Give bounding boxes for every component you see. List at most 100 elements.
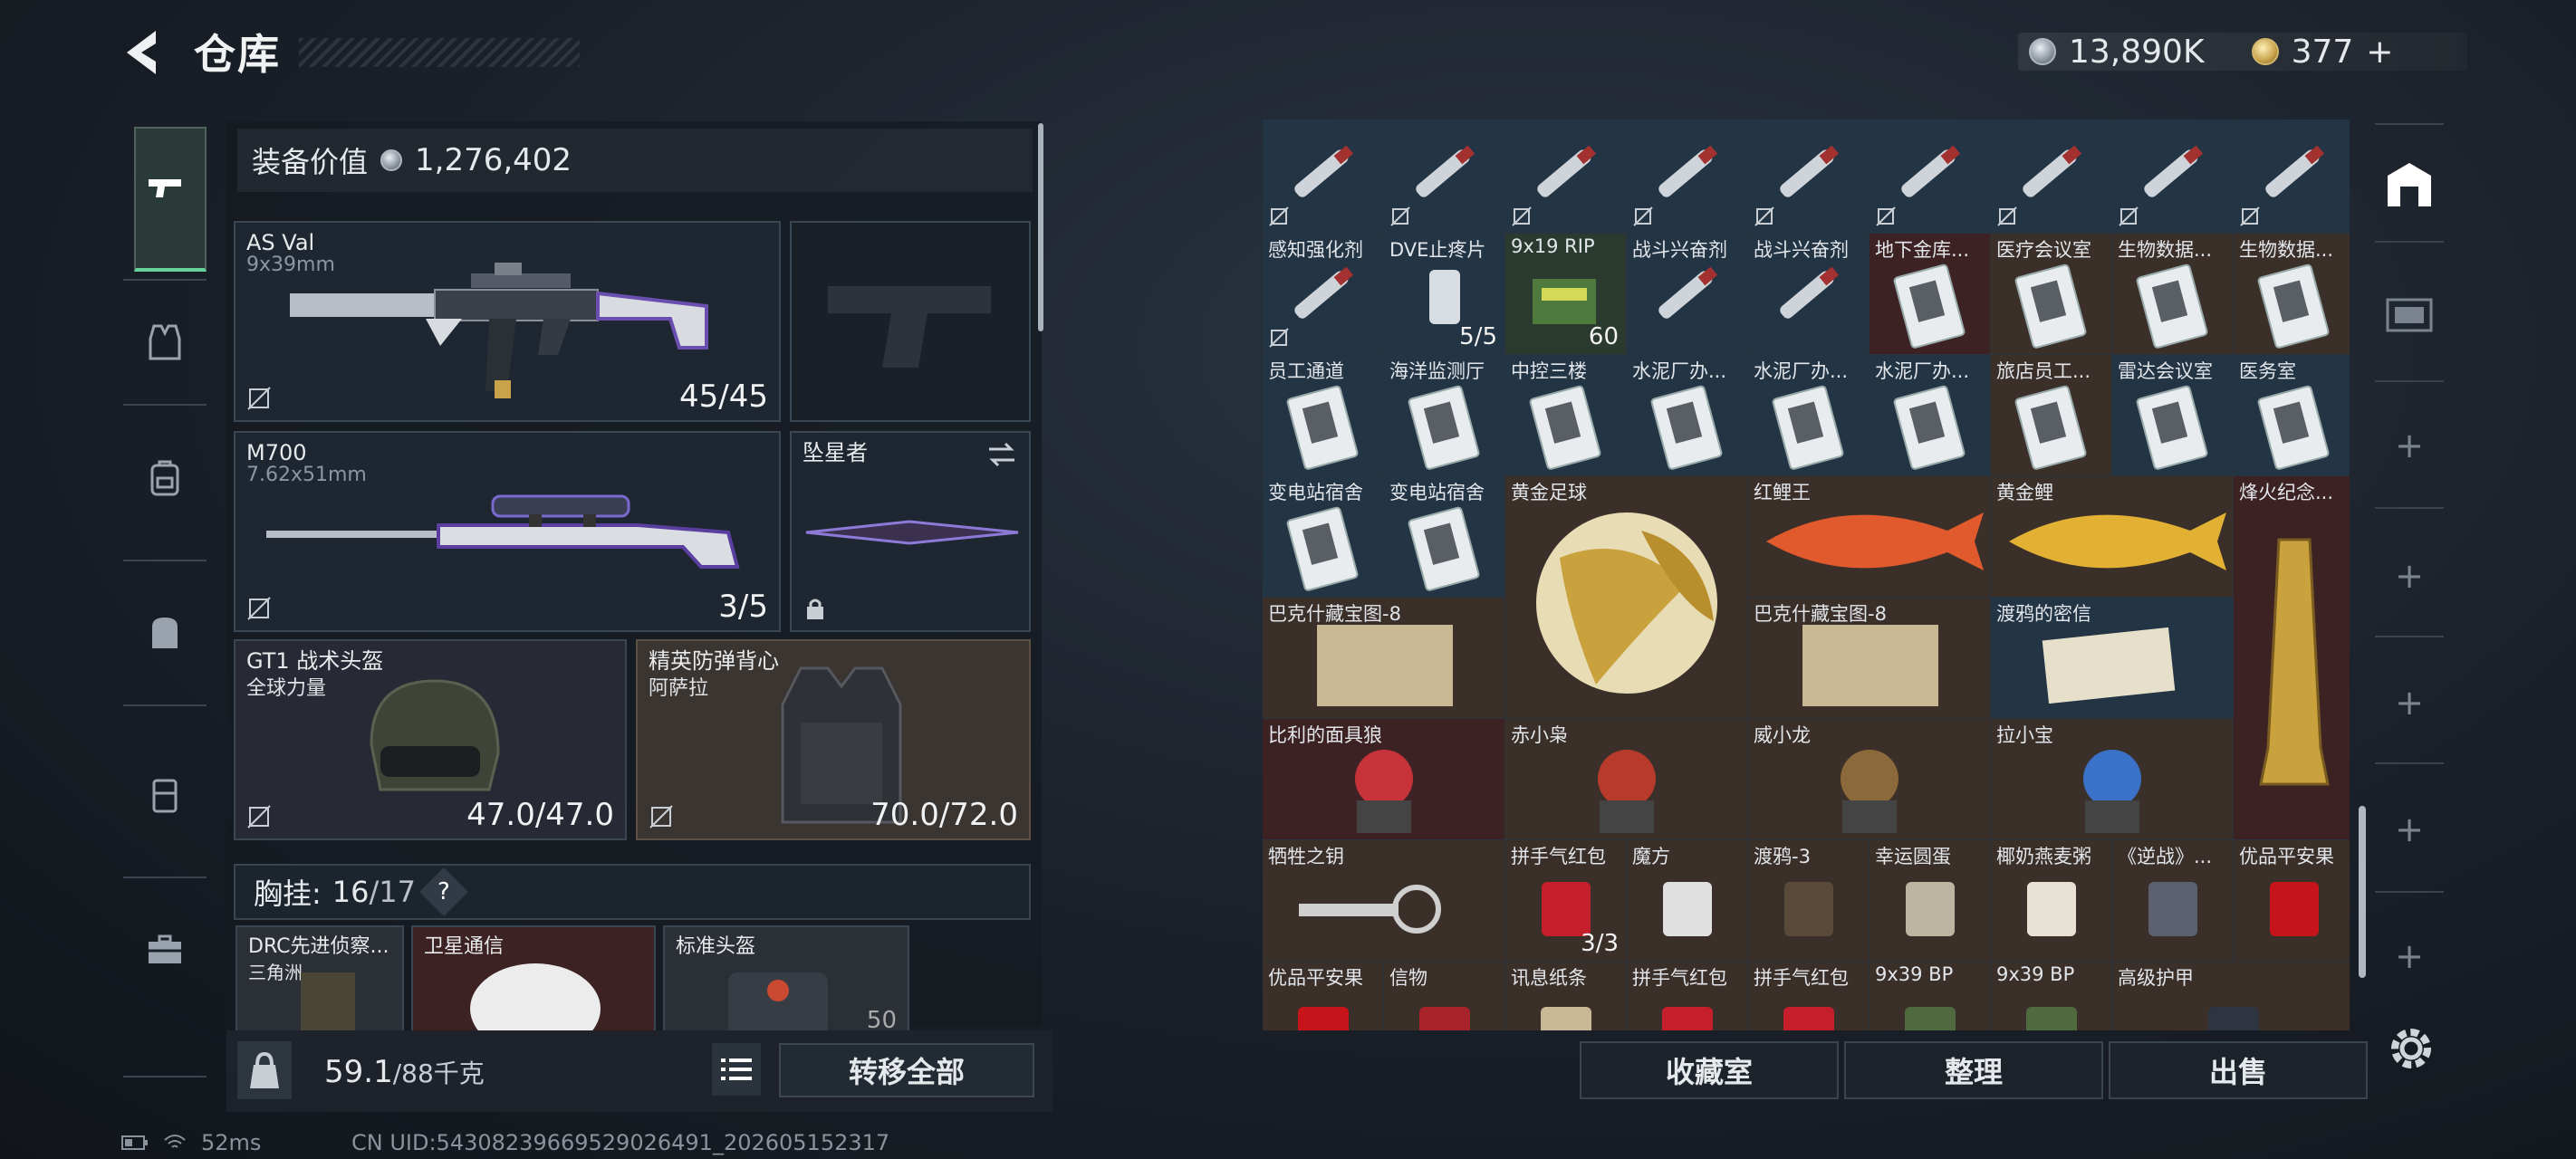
list-view-button[interactable] xyxy=(712,1043,761,1096)
storage-item[interactable] xyxy=(2112,120,2234,234)
storage-item[interactable]: 烽火纪念... xyxy=(2234,476,2350,840)
storage-scrollbar[interactable] xyxy=(2359,806,2366,978)
loadout-scrollbar[interactable] xyxy=(1038,123,1043,331)
swap-icon[interactable] xyxy=(985,442,1018,467)
sidebar-item-case[interactable] xyxy=(129,759,201,831)
item-name: 牺牲之钥 xyxy=(1268,846,1344,867)
add-storage-tab-icon[interactable]: + xyxy=(2373,666,2446,739)
storage-item[interactable]: 水泥厂办... xyxy=(1627,355,1748,476)
chest-item[interactable]: 标准头盔 50 xyxy=(663,925,909,1030)
storage-item[interactable] xyxy=(1263,120,1384,234)
storage-item[interactable] xyxy=(1505,120,1627,234)
helmet-slot[interactable]: GT1 战术头盔 全球力量 47.0/47.0 xyxy=(234,639,627,840)
add-storage-tab-icon[interactable]: + xyxy=(2373,540,2446,612)
add-storage-tab-icon[interactable]: + xyxy=(2373,920,2446,992)
storage-item[interactable]: 渡鸦的密信 xyxy=(1991,598,2234,719)
storage-item[interactable]: 比利的面具狼 xyxy=(1263,719,1505,840)
back-button[interactable] xyxy=(118,25,168,80)
sidebar-item-weapons[interactable] xyxy=(129,152,201,225)
storage-item[interactable]: 红鲤王 xyxy=(1748,476,1991,598)
storage-item[interactable]: 牺牲之钥 xyxy=(1263,840,1505,962)
collection-room-button[interactable]: 收藏室 xyxy=(1580,1041,1839,1099)
storage-item[interactable]: 魔方 xyxy=(1627,840,1748,962)
add-currency-button[interactable]: + xyxy=(2366,34,2393,71)
helmet-sub: 全球力量 xyxy=(246,677,327,700)
add-storage-tab-icon[interactable]: + xyxy=(2373,793,2446,866)
storage-item[interactable]: 威小龙 xyxy=(1748,719,1991,840)
storage-item[interactable]: 战斗兴奋剂 xyxy=(1748,234,1870,355)
storage-item[interactable]: 渡鸦-3 xyxy=(1748,840,1870,962)
storage-tab-2[interactable] xyxy=(2373,277,2446,350)
storage-item[interactable]: 优品平安果 xyxy=(1263,962,1384,1030)
storage-item[interactable]: 黄金鲤 xyxy=(1991,476,2234,598)
storage-item[interactable]: 拼手气红包 3/3 xyxy=(1505,840,1627,962)
storage-item[interactable]: 变电站宿舍 xyxy=(1384,476,1505,598)
help-button[interactable]: ? xyxy=(419,867,468,916)
storage-item[interactable]: 幸运圆蛋 xyxy=(1870,840,1991,962)
storage-item[interactable] xyxy=(1627,120,1748,234)
storage-item[interactable]: 雷达会议室 xyxy=(2112,355,2234,476)
melee-slot[interactable]: 坠星者 xyxy=(790,431,1031,632)
storage-item[interactable]: 椰奶燕麦粥 xyxy=(1991,840,2112,962)
storage-item[interactable]: 9x39 BP xyxy=(1870,962,1991,1030)
storage-item[interactable]: 地下金库... xyxy=(1870,234,1991,355)
sidebar-item-vest[interactable] xyxy=(129,306,201,378)
storage-item[interactable]: DVE止疼片 5/5 xyxy=(1384,234,1505,355)
storage-item[interactable]: 海洋监测厅 xyxy=(1384,355,1505,476)
storage-item[interactable] xyxy=(2234,120,2350,234)
vest-icon xyxy=(149,324,181,360)
storage-item[interactable]: 高级护甲 xyxy=(2112,962,2350,1030)
chest-item[interactable]: 卫星通信 xyxy=(411,925,656,1030)
storage-item[interactable]: 信物 xyxy=(1384,962,1505,1030)
no-insurance-icon xyxy=(247,387,271,410)
transfer-all-button[interactable]: 转移全部 xyxy=(779,1043,1034,1097)
storage-item[interactable]: 讯息纸条 xyxy=(1505,962,1627,1030)
storage-item[interactable]: 拼手气红包 xyxy=(1748,962,1870,1030)
add-storage-tab-icon[interactable]: + xyxy=(2373,409,2446,482)
storage-item[interactable] xyxy=(1384,120,1505,234)
sidebar-item-toolbox[interactable] xyxy=(129,913,201,985)
storage-item[interactable]: 巴克什藏宝图-8 xyxy=(1263,598,1505,719)
storage-item[interactable]: 旅店员工... xyxy=(1991,355,2112,476)
chest-rig-bar[interactable]: 胸挂: 16 /17 ? xyxy=(234,864,1031,920)
sidebar-item-bag[interactable] xyxy=(129,596,201,668)
storage-item[interactable]: 优品平安果 xyxy=(2234,840,2350,962)
silver-coin-icon xyxy=(2029,38,2056,65)
storage-item[interactable]: 《逆战》... xyxy=(2112,840,2234,962)
storage-item[interactable]: 中控三楼 xyxy=(1505,355,1627,476)
weight-max: /88千克 xyxy=(392,1058,485,1088)
storage-item[interactable]: 员工通道 xyxy=(1263,355,1384,476)
storage-item[interactable]: 感知强化剂 xyxy=(1263,234,1384,355)
storage-item[interactable] xyxy=(1748,120,1870,234)
storage-item[interactable]: 医疗会议室 xyxy=(1991,234,2112,355)
storage-item[interactable] xyxy=(1870,120,1991,234)
storage-item[interactable]: 变电站宿舍 xyxy=(1263,476,1384,598)
storage-item[interactable]: 拉小宝 xyxy=(1991,719,2234,840)
secondary-weapon-slot[interactable]: M700 7.62x51mm 3/5 xyxy=(234,431,781,632)
storage-item[interactable]: 9x19 RIP 60 xyxy=(1505,234,1627,355)
storage-item[interactable]: 9x39 BP xyxy=(1991,962,2112,1030)
storage-item[interactable]: 赤小枭 xyxy=(1505,719,1748,840)
primary-weapon-slot[interactable]: AS Val 9x39mm 45/45 xyxy=(234,221,781,422)
sell-button[interactable]: 出售 xyxy=(2109,1041,2368,1099)
storage-item[interactable]: 医务室 xyxy=(2234,355,2350,476)
storage-item[interactable]: 巴克什藏宝图-8 xyxy=(1748,598,1991,719)
pistol-slot-empty[interactable] xyxy=(790,221,1031,422)
item-name: 水泥厂办... xyxy=(1632,360,1727,382)
storage-item[interactable]: 水泥厂办... xyxy=(1870,355,1991,476)
chest-item[interactable]: DRC先进侦察... 三角洲 xyxy=(235,925,404,1030)
organize-button[interactable]: 整理 xyxy=(1844,1041,2103,1099)
storage-item[interactable]: 拼手气红包 xyxy=(1627,962,1748,1030)
storage-item[interactable]: 生物数据... xyxy=(2234,234,2350,355)
storage-item[interactable]: 黄金足球 xyxy=(1505,476,1748,719)
storage-item[interactable]: 战斗兴奋剂 xyxy=(1627,234,1748,355)
settings-gear-icon[interactable] xyxy=(2382,1020,2440,1078)
no-insurance-icon xyxy=(1390,206,1410,226)
armor-slot[interactable]: 精英防弹背心 阿萨拉 70.0/72.0 xyxy=(636,639,1031,840)
storage-tab-main[interactable] xyxy=(2373,148,2446,221)
storage-item[interactable] xyxy=(1991,120,2112,234)
storage-item[interactable]: 生物数据... xyxy=(2112,234,2234,355)
sidebar-item-backpack[interactable] xyxy=(129,442,201,514)
storage-item[interactable]: 水泥厂办... xyxy=(1748,355,1870,476)
item-name: 讯息纸条 xyxy=(1511,967,1587,989)
